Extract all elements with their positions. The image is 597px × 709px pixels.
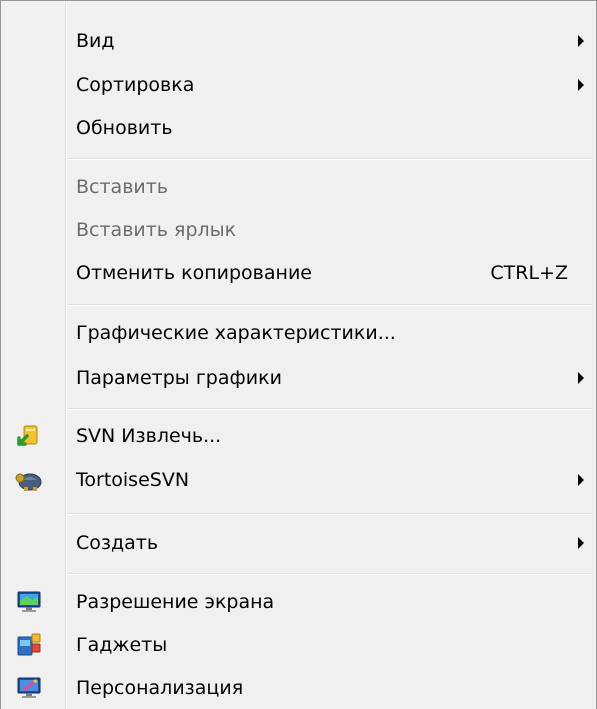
gadgets-icon: [15, 631, 43, 659]
menu-item-tortoisesvn-label: TortoiseSVN: [76, 469, 190, 491]
menu-item-sort[interactable]: Сортировка: [5, 66, 592, 104]
menu-item-paste: Вставить: [5, 168, 592, 206]
menu-item-gadgets-label: Гаджеты: [76, 634, 168, 656]
personalization-icon: [15, 674, 43, 702]
menu-item-screen-resolution-label: Разрешение экрана: [76, 591, 275, 613]
menu-item-paste-label: Вставить: [76, 176, 169, 198]
submenu-arrow-icon: [578, 372, 584, 384]
menu-separator: [67, 408, 592, 410]
menu-item-create-label: Создать: [76, 532, 159, 554]
menu-item-graphics-options-label: Параметры графики: [76, 367, 282, 389]
undo-copy-shortcut: CTRL+Z: [490, 262, 568, 284]
submenu-arrow-icon: [578, 474, 584, 486]
menu-separator: [67, 513, 592, 515]
submenu-arrow-icon: [578, 79, 584, 91]
menu-item-view[interactable]: Вид: [5, 22, 592, 60]
menu-item-svn-checkout[interactable]: SVN Извлечь...: [5, 417, 592, 455]
menu-item-gadgets[interactable]: Гаджеты: [5, 626, 592, 664]
menu-item-sort-label: Сортировка: [76, 74, 195, 96]
menu-item-svn-checkout-label: SVN Извлечь...: [76, 425, 222, 447]
menu-item-view-label: Вид: [76, 30, 115, 52]
menu-item-screen-resolution[interactable]: Разрешение экрана: [5, 583, 592, 621]
menu-item-graphics-options[interactable]: Параметры графики: [5, 359, 592, 397]
menu-separator: [67, 573, 592, 575]
menu-item-create[interactable]: Создать: [5, 524, 592, 562]
menu-item-paste-shortcut-label: Вставить ярлык: [76, 219, 237, 241]
menu-item-tortoisesvn[interactable]: TortoiseSVN: [5, 461, 592, 499]
menu-item-undo-copy-label: Отменить копирование: [76, 262, 312, 284]
context-menu: Вид Сортировка Обновить Вставить Вставит…: [0, 0, 597, 709]
menu-item-graphics-properties-label: Графические характеристики...: [76, 322, 396, 344]
menu-item-paste-shortcut: Вставить ярлык: [5, 211, 592, 249]
submenu-arrow-icon: [578, 35, 584, 47]
svn-checkout-icon: [15, 422, 43, 450]
screen-resolution-icon: [15, 588, 43, 616]
menu-item-undo-copy[interactable]: Отменить копирование CTRL+Z: [5, 254, 592, 292]
menu-item-personalization-label: Персонализация: [76, 677, 244, 699]
menu-item-refresh[interactable]: Обновить: [5, 109, 592, 147]
submenu-arrow-icon: [578, 537, 584, 549]
menu-item-personalization[interactable]: Персонализация: [5, 669, 592, 707]
tortoisesvn-icon: [15, 466, 43, 494]
menu-separator: [67, 304, 592, 306]
menu-item-refresh-label: Обновить: [76, 117, 173, 139]
menu-separator: [67, 158, 592, 160]
menu-item-graphics-properties[interactable]: Графические характеристики...: [5, 314, 592, 352]
